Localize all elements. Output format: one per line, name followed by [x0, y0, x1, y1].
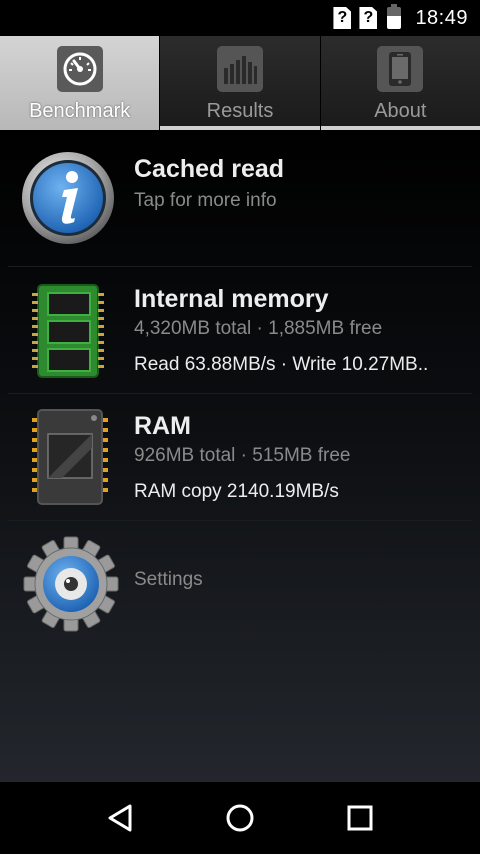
- list-item-internal-memory[interactable]: Internal memory 4,320MB total · 1,885MB …: [8, 267, 472, 394]
- sim-unknown-icon: ?: [359, 7, 378, 29]
- sim2-glyph: ?: [359, 7, 378, 29]
- status-bar: ? ? 18:49: [0, 0, 480, 36]
- recents-icon[interactable]: [340, 798, 380, 838]
- bar-chart-icon: [216, 46, 263, 92]
- info-icon: [20, 150, 116, 251]
- navigation-bar: [0, 782, 480, 854]
- item-detail: Read 63.88MB/s · Write 10.27MB..: [134, 354, 429, 375]
- item-title: Cached read: [134, 155, 285, 183]
- tab-benchmark[interactable]: Benchmark: [0, 36, 161, 130]
- tab-label: Benchmark: [29, 100, 131, 122]
- speedometer-icon: [56, 46, 103, 92]
- list-item-ram[interactable]: RAM 926MB total · 515MB free RAM copy 21…: [8, 394, 472, 521]
- battery-icon: [387, 4, 402, 29]
- item-subtitle: 4,320MB total · 1,885MB free: [134, 318, 383, 339]
- gear-icon: [22, 535, 120, 638]
- tab-results[interactable]: Results: [160, 36, 321, 130]
- item-title: RAM: [134, 412, 191, 440]
- item-title: Settings: [134, 569, 203, 590]
- status-clock: 18:49: [415, 6, 468, 29]
- tab-bar: Benchmark Results About: [0, 36, 480, 130]
- list-item-cached-read[interactable]: Cached read Tap for more info: [8, 130, 472, 267]
- sim-unknown-icon: ?: [333, 7, 352, 29]
- item-detail: RAM copy 2140.19MB/s: [134, 481, 339, 502]
- memory-card-icon: [30, 283, 106, 384]
- sim1-glyph: ?: [333, 7, 352, 29]
- item-subtitle: 926MB total · 515MB free: [134, 445, 351, 466]
- tab-about[interactable]: About: [320, 36, 480, 130]
- item-title: Internal memory: [134, 285, 329, 313]
- list-item-settings[interactable]: Settings: [8, 521, 472, 643]
- ram-chip-icon: [30, 408, 110, 511]
- home-icon[interactable]: [220, 798, 260, 838]
- phone-icon: [377, 46, 424, 92]
- tab-label: About: [374, 100, 427, 122]
- tab-label: Results: [206, 100, 274, 122]
- back-icon[interactable]: [100, 798, 140, 838]
- item-subtitle: Tap for more info: [134, 190, 277, 211]
- benchmark-list: Cached read Tap for more info Internal m…: [0, 130, 480, 782]
